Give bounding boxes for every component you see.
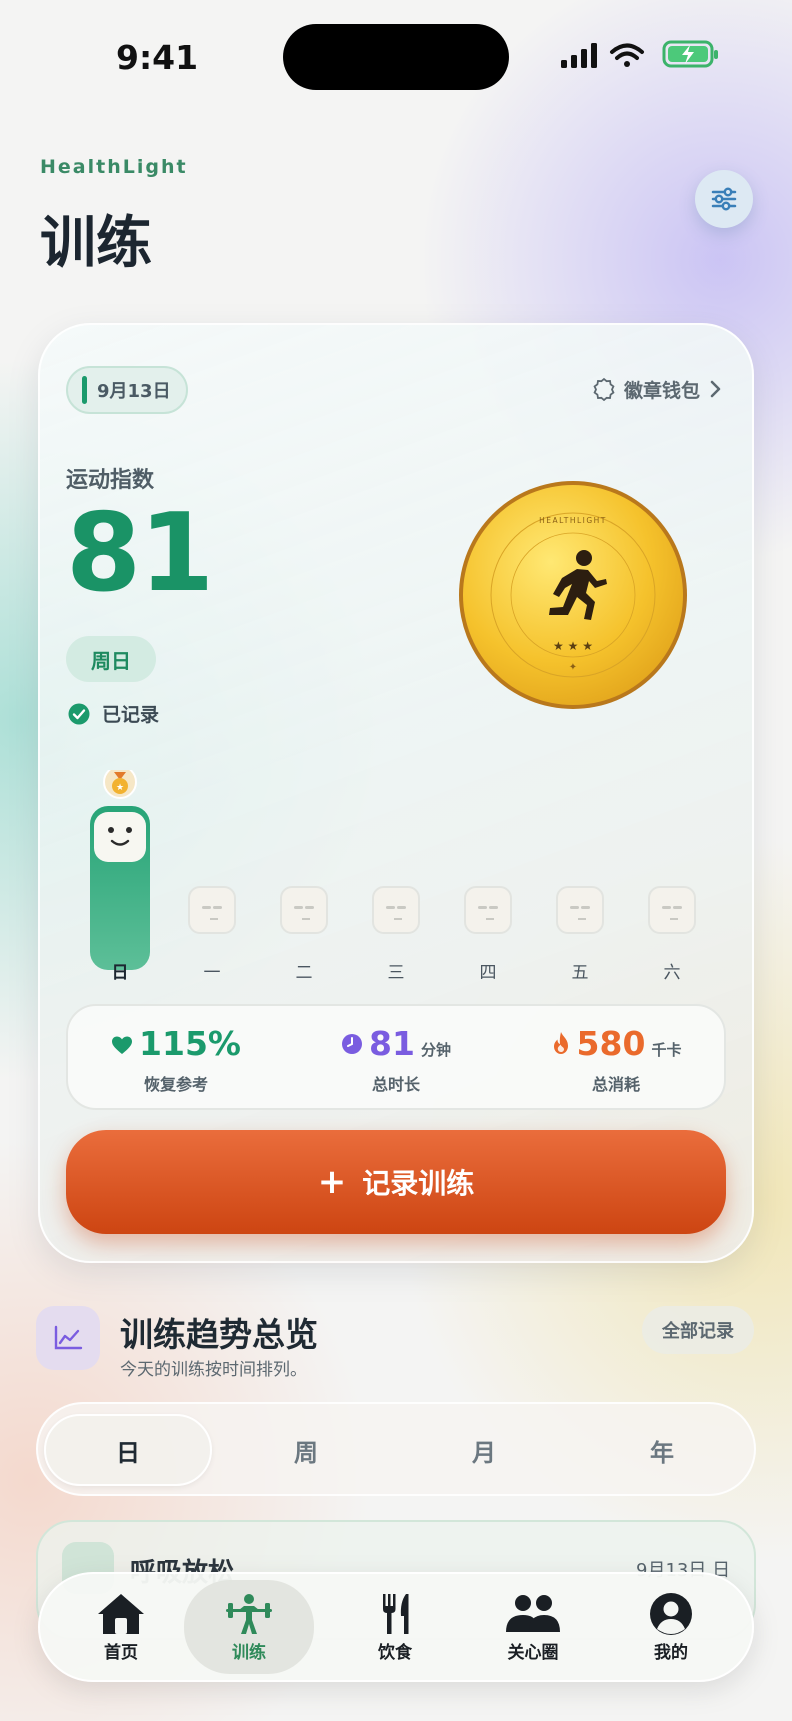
stat-caption: 恢复参考 <box>143 1075 208 1094</box>
segment-label: 年 <box>650 1438 674 1467</box>
sliders-icon <box>711 187 737 211</box>
signal-icon <box>561 43 597 68</box>
svg-text:★ ★ ★: ★ ★ ★ <box>553 639 593 653</box>
day-face-icon <box>372 886 420 934</box>
section-title: 训练趋势总览 <box>120 1315 318 1354</box>
weekday-pill: 周日 <box>66 636 156 682</box>
tab-care-circle[interactable]: 关心圈 <box>468 1580 598 1674</box>
chevron-right-icon <box>710 380 721 398</box>
stat-unit: 分钟 <box>420 1041 451 1059</box>
weekday-label: 周日 <box>91 648 131 673</box>
stat-calories: 580 千卡 总消耗 <box>506 1024 726 1095</box>
wifi-icon <box>610 43 644 67</box>
tab-training[interactable]: 训练 <box>184 1580 314 1674</box>
record-training-label: 记录训练 <box>362 1167 475 1200</box>
tab-label: 首页 <box>104 1642 138 1663</box>
day-label: 五 <box>571 963 589 983</box>
stat-caption: 总消耗 <box>591 1075 640 1094</box>
badge-icon <box>593 377 615 401</box>
day-label: 四 <box>479 963 497 983</box>
check-circle-icon <box>68 703 90 724</box>
tab-label: 关心圈 <box>507 1642 559 1663</box>
recorded-label: 已记录 <box>102 704 160 726</box>
segment-week[interactable]: 周 <box>222 1414 390 1486</box>
day-face-icon <box>556 886 604 934</box>
segment-year[interactable]: 年 <box>578 1414 746 1486</box>
day-face-icon <box>464 886 512 934</box>
day-label: 三 <box>387 963 405 983</box>
day-bar-sun[interactable]: ★ <box>90 765 150 970</box>
all-records-label: 全部记录 <box>662 1321 734 1342</box>
day-label: 二 <box>295 963 313 983</box>
dynamic-island <box>283 24 509 90</box>
home-icon <box>98 1593 144 1634</box>
people-icon <box>506 1594 560 1632</box>
day-face-icon <box>280 886 328 934</box>
weightlifter-icon <box>226 1593 272 1634</box>
day-label: 六 <box>663 963 681 983</box>
tab-label: 训练 <box>232 1642 266 1663</box>
stat-value: 115% <box>139 1024 241 1063</box>
date-chip[interactable]: 9月13日 <box>66 366 188 414</box>
segment-label: 周 <box>294 1438 318 1467</box>
badge-wallet-label: 徽章钱包 <box>624 379 701 402</box>
segment-label: 月 <box>472 1438 496 1467</box>
segment-month[interactable]: 月 <box>400 1414 568 1486</box>
date-chip-label: 9月13日 <box>97 381 171 402</box>
day-bar-mon[interactable] <box>182 770 242 970</box>
profile-icon <box>650 1592 692 1635</box>
tab-label: 我的 <box>654 1642 688 1663</box>
day-face-icon <box>188 886 236 934</box>
section-subtitle: 今天的训练按时间排列。 <box>120 1360 307 1380</box>
stat-value: 81 <box>369 1024 415 1063</box>
day-label: 日 <box>111 963 129 983</box>
tab-diet[interactable]: 饮食 <box>330 1580 460 1674</box>
day-bar-tue[interactable] <box>274 770 334 970</box>
status-icons <box>561 40 718 68</box>
day-bar-thu[interactable] <box>458 770 518 970</box>
badge-wallet-link[interactable]: 徽章钱包 <box>592 374 722 404</box>
filter-button[interactable] <box>695 170 753 228</box>
day-bar-sat[interactable] <box>642 770 702 970</box>
stat-caption: 总时长 <box>371 1075 420 1094</box>
heart-icon <box>112 1036 133 1054</box>
day-label: 一 <box>203 963 221 983</box>
segment-label: 日 <box>116 1438 140 1467</box>
flame-icon <box>553 1032 568 1054</box>
exercise-index-label: 运动指数 <box>66 468 155 493</box>
gold-medal-badge[interactable]: HEALTHLIGHT ★ ★ ★ ✦ <box>458 480 688 710</box>
day-bar-fri[interactable] <box>550 770 610 970</box>
stat-unit: 千卡 <box>651 1041 682 1059</box>
date-chip-marker <box>82 376 87 404</box>
battery-icon <box>662 40 718 68</box>
clock-icon <box>342 1034 363 1054</box>
record-training-button[interactable]: + 记录训练 <box>66 1130 726 1234</box>
svg-text:★: ★ <box>116 783 124 793</box>
segment-day[interactable]: 日 <box>44 1414 212 1486</box>
tab-home[interactable]: 首页 <box>56 1580 186 1674</box>
tab-profile[interactable]: 我的 <box>606 1580 736 1674</box>
trend-chart-icon <box>36 1306 100 1370</box>
recorded-status: 已记录 <box>68 700 159 727</box>
day-face-icon <box>648 886 696 934</box>
status-time: 9:41 <box>116 38 199 77</box>
stat-duration: 81 分钟 总时长 <box>286 1024 506 1095</box>
stat-recovery: 115% 恢复参考 <box>66 1024 286 1095</box>
tab-label: 饮食 <box>378 1642 412 1663</box>
fork-knife-icon <box>383 1593 409 1634</box>
exercise-index-score: 81 <box>66 491 214 616</box>
medal-text: HEALTHLIGHT <box>539 516 607 525</box>
stat-value: 580 <box>576 1024 646 1063</box>
svg-text:✦: ✦ <box>569 662 577 673</box>
day-bar-wed[interactable] <box>366 770 426 970</box>
all-records-button[interactable]: 全部记录 <box>642 1306 754 1354</box>
plus-icon: + <box>317 1162 347 1202</box>
brand-name: HealthLight <box>40 156 188 178</box>
page-title: 训练 <box>40 211 152 276</box>
